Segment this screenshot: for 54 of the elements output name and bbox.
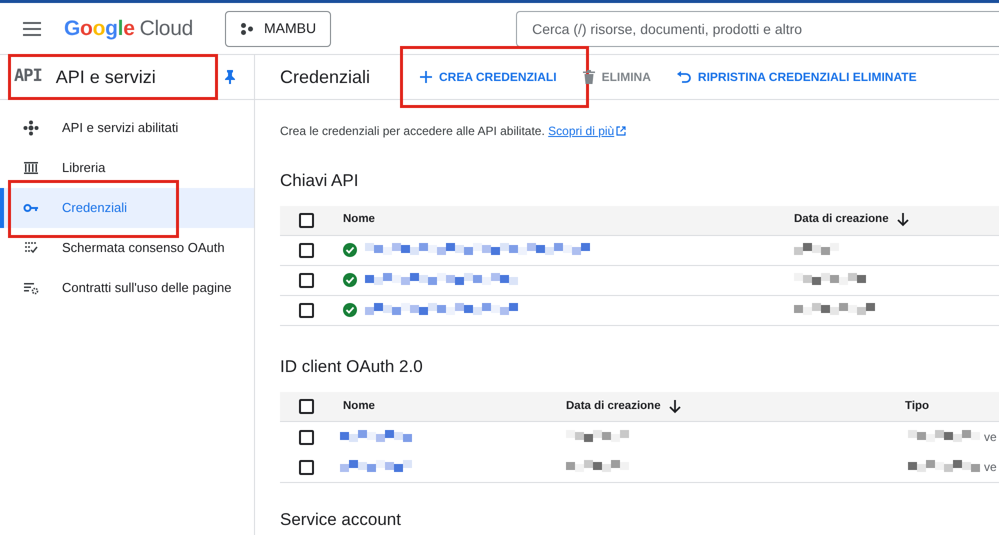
sidebar-item[interactable]: Schermata consenso OAuth <box>0 228 254 268</box>
list-gear-icon <box>23 280 39 296</box>
pin-icon[interactable] <box>225 70 235 84</box>
column-header[interactable]: Data di creazione <box>566 398 661 416</box>
section-title: Chiavi API <box>280 170 360 192</box>
search-field[interactable]: Cerca (/) risorse, documenti, prodotti e altro <box>517 12 999 46</box>
column-header[interactable]: Data di creazione <box>794 211 889 229</box>
checkbox[interactable] <box>299 430 314 444</box>
checkbox[interactable] <box>299 460 314 474</box>
redacted-text <box>794 273 866 287</box>
section-title: Service account <box>280 509 402 531</box>
undo-icon <box>676 71 691 83</box>
logo-cloud: Cloud <box>140 16 193 42</box>
type-text: ve <box>984 429 997 446</box>
sort-down-icon[interactable] <box>668 400 681 414</box>
sidebar-item[interactable]: Contratti sull'uso delle pagine <box>0 268 254 308</box>
column-header[interactable]: Nome <box>343 211 375 229</box>
section-title: ID client OAuth 2.0 <box>280 356 424 378</box>
redacted-text <box>794 243 839 257</box>
checkbox[interactable] <box>299 212 314 228</box>
dotted-check-icon <box>23 240 39 256</box>
toolbar-button[interactable]: RIPRISTINA CREDENZIALI ELIMINATE <box>668 59 925 95</box>
checkbox[interactable] <box>299 399 314 414</box>
library-icon <box>23 160 39 176</box>
redacted-text <box>340 430 412 444</box>
redacted-text <box>908 430 980 444</box>
column-header[interactable]: Nome <box>343 398 375 416</box>
sidebar-item[interactable]: API e servizi abilitati <box>0 108 254 148</box>
sidebar-item[interactable]: Libreria <box>0 148 254 188</box>
intro-text: Crea le credenziali per accedere alle API abilitate. Scopri di più <box>280 122 999 140</box>
sidebar-item[interactable]: Credenziali <box>0 188 254 228</box>
plus-icon <box>420 71 432 83</box>
checkbox[interactable] <box>299 302 314 318</box>
external-link-icon <box>616 126 626 136</box>
api-label: API <box>14 65 42 88</box>
dots-icon <box>240 22 254 36</box>
checkbox[interactable] <box>299 242 314 258</box>
project-picker[interactable]: MAMBU <box>224 10 332 46</box>
page-title: Credenziali <box>280 66 372 88</box>
redacted-text <box>908 460 980 474</box>
checkbox[interactable] <box>299 272 314 288</box>
diamond-dots-icon <box>23 120 39 136</box>
menu-icon[interactable] <box>23 22 41 36</box>
column-header[interactable]: Tipo <box>905 398 930 416</box>
sort-down-icon[interactable] <box>896 213 909 227</box>
learn-more-link[interactable]: Scopri di più <box>548 122 626 140</box>
trash-icon <box>582 70 595 84</box>
sidebar-title: API e servizi <box>56 66 156 88</box>
redacted-text <box>566 460 629 474</box>
redacted-text <box>566 430 629 444</box>
logo-google: Google <box>64 16 135 42</box>
toolbar-button[interactable]: CREA CREDENZIALI <box>412 59 565 95</box>
redacted-text <box>340 460 412 474</box>
type-text: ve <box>984 459 997 476</box>
